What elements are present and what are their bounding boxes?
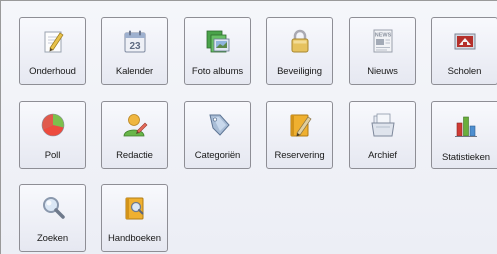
tile-label: Statistieken: [442, 152, 490, 163]
tile-zoeken[interactable]: Zoeken: [19, 184, 86, 252]
user-pencil-icon: [121, 111, 149, 139]
pie-chart-icon: [39, 111, 67, 139]
tile-label: Foto albums: [191, 66, 244, 77]
tile-label: Beveiliging: [277, 66, 322, 77]
tile-beveiliging[interactable]: Beveiliging: [266, 17, 333, 85]
tile-label: Categoriën: [194, 150, 241, 161]
tile-reservering[interactable]: Reservering: [266, 101, 333, 169]
tile-label: Zoeken: [36, 233, 69, 244]
school-icon: [451, 27, 479, 55]
tile-foto-albums[interactable]: Foto albums: [184, 17, 251, 85]
tile-nieuws[interactable]: NEWS Nieuws: [349, 17, 416, 85]
document-pencil-icon: [39, 27, 67, 55]
tile-statistieken[interactable]: Statistieken: [431, 101, 497, 169]
tile-archief[interactable]: Archief: [349, 101, 416, 169]
dashboard-panel: Onderhoud 23 Kalender Foto albums Beveil…: [0, 0, 497, 254]
bar-chart-icon: [452, 111, 480, 139]
tile-label: Onderhoud: [29, 66, 76, 77]
tile-poll[interactable]: Poll: [19, 101, 86, 169]
notebook-pencil-icon: [286, 111, 314, 139]
calendar-icon: 23: [121, 27, 149, 55]
tile-redactie[interactable]: Redactie: [101, 101, 168, 169]
handbook-icon: [121, 194, 149, 222]
magnifier-icon: [39, 194, 67, 222]
tile-label: Nieuws: [367, 66, 398, 77]
news-badge: NEWS: [374, 33, 391, 39]
tile-label: Poll: [44, 150, 61, 161]
tile-label: Scholen: [447, 66, 482, 77]
padlock-icon: [286, 27, 314, 55]
tile-label: Reservering: [274, 150, 325, 161]
tile-label: Handboeken: [108, 233, 161, 244]
calendar-day: 23: [129, 41, 141, 52]
tile-label: Archief: [368, 150, 397, 161]
archive-documents-icon: [369, 111, 397, 139]
tile-label: Redactie: [116, 150, 153, 161]
tile-label: Kalender: [115, 66, 154, 77]
tile-onderhoud[interactable]: Onderhoud: [19, 17, 86, 85]
photo-albums-icon: [204, 27, 232, 55]
tile-kalender[interactable]: 23 Kalender: [101, 17, 168, 85]
tile-categorien[interactable]: Categoriën: [184, 101, 251, 169]
tile-handboeken[interactable]: Handboeken: [101, 184, 168, 252]
tag-icon: [204, 111, 232, 139]
tile-scholen[interactable]: Scholen: [431, 17, 497, 85]
newspaper-icon: NEWS: [369, 27, 397, 55]
